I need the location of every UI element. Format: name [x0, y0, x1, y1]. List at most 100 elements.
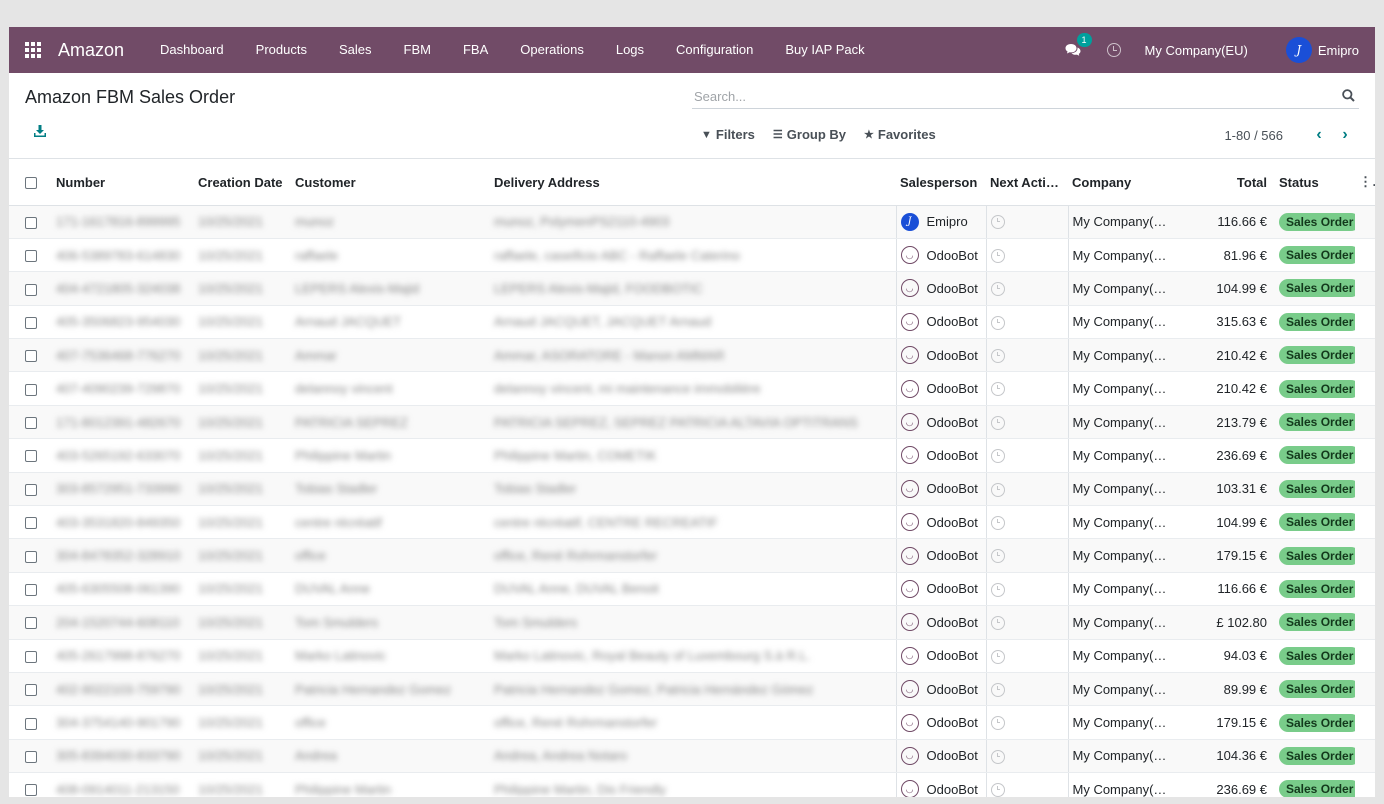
- row-checkbox[interactable]: [24, 550, 37, 563]
- creation-date: 10/25/2021: [194, 639, 291, 673]
- select-all-checkbox[interactable]: [24, 177, 37, 190]
- row-checkbox[interactable]: [24, 650, 37, 663]
- activity-clock-icon[interactable]: [990, 382, 1005, 397]
- row-checkbox[interactable]: [24, 717, 37, 730]
- row-checkbox[interactable]: [24, 483, 37, 496]
- company-switcher[interactable]: My Company(EU): [1145, 43, 1248, 58]
- activity-clock-icon[interactable]: [990, 716, 1005, 731]
- salesperson: OdooBot: [926, 614, 978, 630]
- table-row[interactable]: 303-8572951-733990 10/25/2021 Tobias Stadl…: [9, 472, 1375, 507]
- activity-clock-icon[interactable]: [990, 783, 1005, 797]
- next-activity-cell: [985, 472, 1068, 507]
- row-checkbox[interactable]: [24, 784, 37, 797]
- activity-clock-icon[interactable]: [990, 482, 1005, 497]
- header-company[interactable]: Company: [1068, 160, 1178, 206]
- row-checkbox[interactable]: [24, 617, 37, 630]
- pager-value[interactable]: 1-80 / 566: [1224, 128, 1283, 143]
- header-salesperson[interactable]: Salesperson: [896, 160, 986, 206]
- menu-operations[interactable]: Operations: [504, 27, 600, 73]
- favorites-button[interactable]: ★ Favorites: [864, 127, 936, 142]
- row-checkbox[interactable]: [24, 684, 37, 697]
- favorites-label: Favorites: [877, 127, 936, 142]
- row-checkbox[interactable]: [24, 383, 37, 396]
- activity-clock-icon[interactable]: [990, 449, 1005, 464]
- filters-button[interactable]: ▼ Filters: [701, 127, 755, 142]
- row-checkbox[interactable]: [24, 584, 37, 597]
- table-row[interactable]: 407-4090239-729870 10/25/2021 delannoy vin…: [9, 371, 1375, 406]
- table-row[interactable]: 405-3506823-954030 10/25/2021 Arnaud JACQU…: [9, 305, 1375, 340]
- row-checkbox[interactable]: [24, 316, 37, 329]
- table-row[interactable]: 403-3531820-849350 10/25/2021 centre récré…: [9, 505, 1375, 540]
- table-row[interactable]: 305-8394030-833790 10/25/2021 Andrea Andrea…: [9, 739, 1375, 774]
- activity-clock-icon[interactable]: [990, 616, 1005, 631]
- header-status[interactable]: Status: [1275, 160, 1355, 206]
- menu-products[interactable]: Products: [240, 27, 323, 73]
- header-creation-date[interactable]: Creation Date: [194, 160, 291, 206]
- pager-next-icon[interactable]: ›: [1335, 125, 1355, 145]
- search-icon[interactable]: [1342, 89, 1355, 105]
- table-row[interactable]: 304-8478352-328910 10/25/2021 office office…: [9, 538, 1375, 573]
- menu-logs[interactable]: Logs: [600, 27, 660, 73]
- activity-clock-icon[interactable]: [990, 515, 1005, 530]
- header-number[interactable]: Number: [52, 160, 194, 206]
- menu-fba[interactable]: FBA: [447, 27, 504, 73]
- status-cell: Sales Order: [1275, 371, 1355, 406]
- activity-clock-icon[interactable]: [990, 415, 1005, 430]
- table-row[interactable]: 171-1617816-899995 10/25/2021 munoz munoz, …: [9, 205, 1375, 239]
- table-row[interactable]: 171-8012391-482670 10/25/2021 PATRICIA SEP…: [9, 405, 1375, 440]
- table-row[interactable]: 403-5265192-633070 10/25/2021 Philippine M…: [9, 438, 1375, 473]
- next-activity-cell: [985, 572, 1068, 607]
- activity-clock-icon[interactable]: [1106, 43, 1121, 57]
- header-delivery-address[interactable]: Delivery Address: [490, 160, 896, 206]
- menu-buy-iap-pack[interactable]: Buy IAP Pack: [769, 27, 880, 73]
- customer: Tobias Stadler: [291, 472, 490, 507]
- header-next-activity[interactable]: Next Activity: [986, 160, 1068, 206]
- row-checkbox[interactable]: [24, 250, 37, 263]
- menu-dashboard[interactable]: Dashboard: [144, 27, 240, 73]
- optional-columns-icon[interactable]: ⋮⋮: [1355, 160, 1375, 206]
- app-window: Amazon Dashboard Products Sales FBM FBA …: [9, 27, 1375, 797]
- pager-previous-icon[interactable]: ‹: [1309, 125, 1329, 145]
- row-checkbox[interactable]: [24, 350, 37, 363]
- row-checkbox[interactable]: [24, 216, 37, 229]
- row-checkbox[interactable]: [24, 450, 37, 463]
- download-icon[interactable]: [33, 125, 49, 139]
- search-input[interactable]: [692, 85, 1332, 107]
- user-menu[interactable]: J Emipro: [1285, 37, 1359, 63]
- app-brand[interactable]: Amazon: [58, 40, 124, 61]
- row-checkbox[interactable]: [24, 283, 37, 296]
- menu-configuration[interactable]: Configuration: [660, 27, 769, 73]
- status-badge: Sales Order: [1279, 546, 1355, 565]
- row-checkbox[interactable]: [24, 517, 37, 530]
- row-checkbox[interactable]: [24, 751, 37, 763]
- activity-clock-icon[interactable]: [990, 649, 1005, 664]
- table-row[interactable]: 405-2617998-876270 10/25/2021 Marko Latino…: [9, 639, 1375, 673]
- activity-clock-icon[interactable]: [990, 315, 1005, 330]
- activity-clock-icon[interactable]: [990, 749, 1005, 764]
- menu-sales[interactable]: Sales: [323, 27, 388, 73]
- table-row[interactable]: 405-6305508-061390 10/25/2021 DUVAL Anne DU…: [9, 572, 1375, 607]
- activity-clock-icon[interactable]: [990, 682, 1005, 697]
- order-number: 305-8394030-833790: [52, 739, 194, 774]
- row-checkbox[interactable]: [24, 417, 37, 430]
- activity-clock-icon[interactable]: [990, 282, 1005, 297]
- table-row[interactable]: 304-3754140-901790 10/25/2021 office office…: [9, 705, 1375, 740]
- menu-fbm[interactable]: FBM: [388, 27, 447, 73]
- table-row[interactable]: 404-4721805-324038 10/25/2021 LEPERS Alexi…: [9, 271, 1375, 306]
- table-row[interactable]: 408-0914011-213150 10/25/2021 Philippine M…: [9, 772, 1375, 797]
- table-row[interactable]: 402-9022103-759790 10/25/2021 Patricia Her…: [9, 672, 1375, 707]
- table-row[interactable]: 204-1520744-608110 10/25/2021 Tom Smulders…: [9, 605, 1375, 640]
- table-row[interactable]: 407-7536468-776270 10/25/2021 Ammar Ammar, …: [9, 338, 1375, 373]
- groupby-button[interactable]: ☰ Group By: [773, 127, 846, 142]
- search-bar: [692, 85, 1359, 109]
- apps-menu-icon[interactable]: [9, 27, 57, 73]
- messaging-icon[interactable]: 1: [1065, 33, 1092, 57]
- table-row[interactable]: 406-5389783-614830 10/25/2021 raffaele raff…: [9, 238, 1375, 273]
- header-total[interactable]: Total: [1178, 160, 1275, 206]
- header-customer[interactable]: Customer: [291, 160, 490, 206]
- activity-clock-icon[interactable]: [990, 349, 1005, 364]
- activity-clock-icon[interactable]: [990, 582, 1005, 597]
- activity-clock-icon[interactable]: [990, 248, 1005, 263]
- activity-clock-icon[interactable]: [990, 549, 1005, 564]
- activity-clock-icon[interactable]: [990, 215, 1005, 230]
